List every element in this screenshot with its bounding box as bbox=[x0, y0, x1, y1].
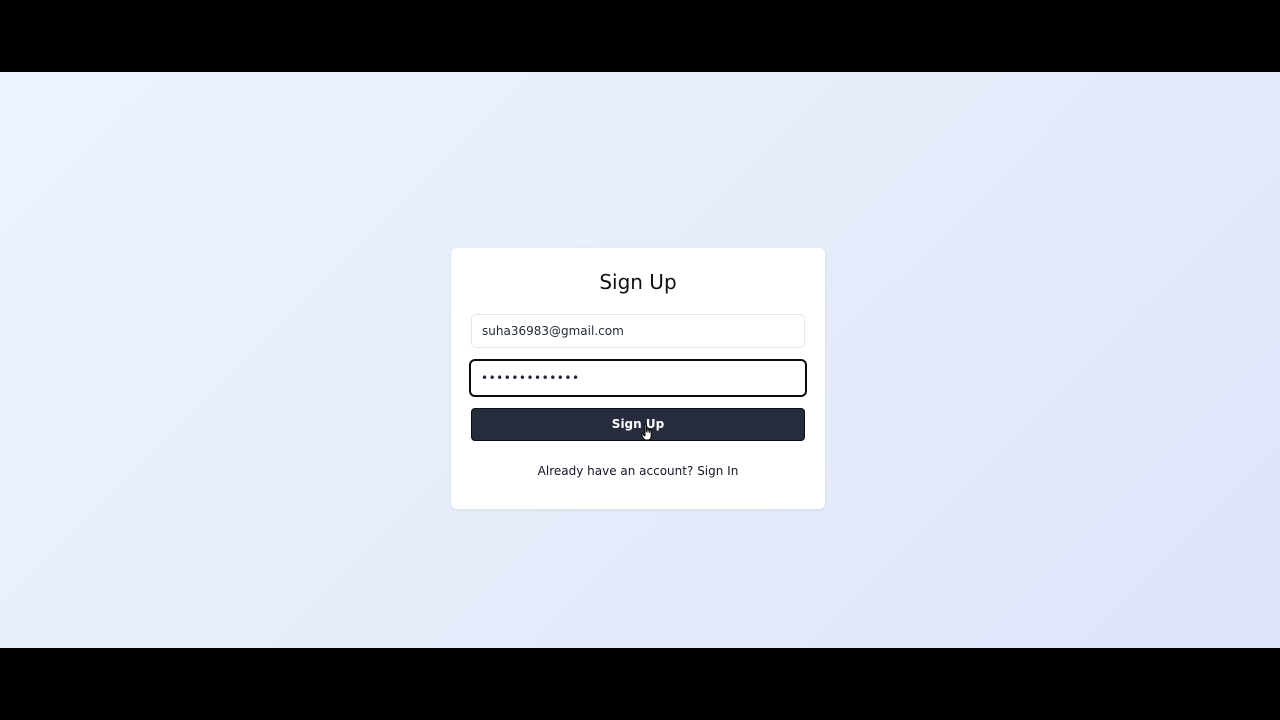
letterbox-top bbox=[0, 0, 1280, 72]
signup-button[interactable]: Sign Up bbox=[471, 408, 805, 441]
email-field[interactable] bbox=[471, 314, 805, 348]
signin-link[interactable]: Sign In bbox=[697, 464, 738, 478]
page-viewport: Sign Up Sign Up Already have an account?… bbox=[0, 72, 1280, 648]
signin-prompt-text: Already have an account? bbox=[537, 464, 694, 478]
password-field[interactable] bbox=[469, 359, 807, 397]
signup-card: Sign Up Sign Up Already have an account?… bbox=[451, 248, 825, 509]
letterbox-bottom bbox=[0, 648, 1280, 720]
page-title: Sign Up bbox=[599, 270, 677, 294]
signin-prompt-line: Already have an account? Sign In bbox=[451, 464, 825, 478]
